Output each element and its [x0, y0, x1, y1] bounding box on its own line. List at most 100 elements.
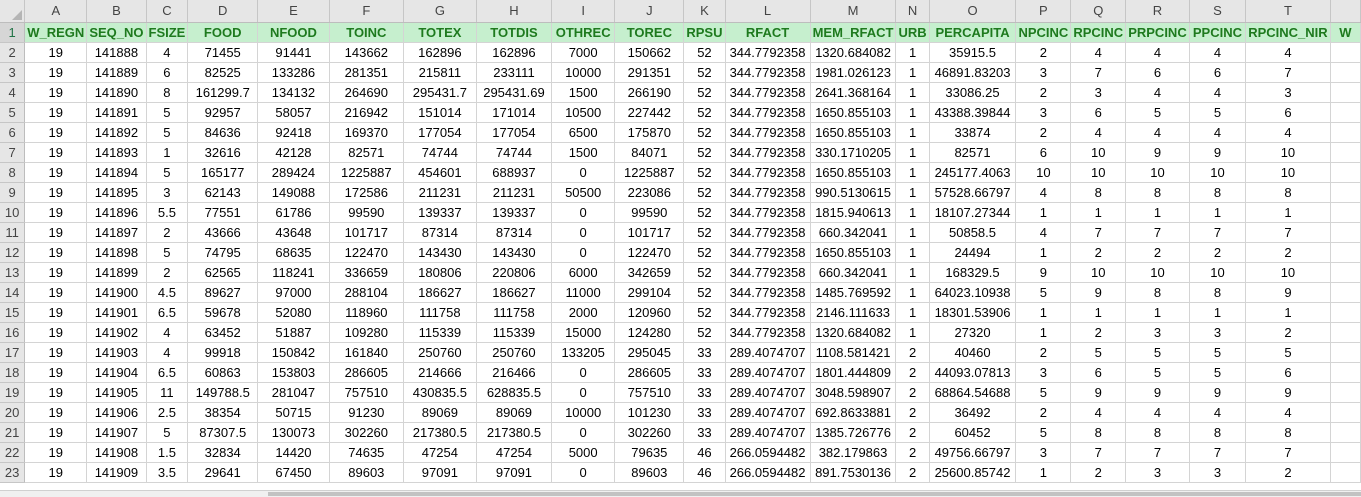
data-cell[interactable]: 5: [1070, 342, 1127, 363]
data-cell[interactable]: 2: [895, 462, 930, 483]
data-cell[interactable]: 74744: [476, 142, 553, 163]
data-cell[interactable]: 18301.53906: [929, 302, 1017, 323]
data-cell[interactable]: 4: [1189, 42, 1247, 63]
data-cell[interactable]: 286605: [614, 362, 685, 383]
data-cell[interactable]: 50858.5: [929, 222, 1017, 243]
data-cell[interactable]: 4: [1125, 122, 1190, 143]
data-cell[interactable]: 19: [24, 122, 88, 143]
data-cell[interactable]: 692.8633881: [810, 402, 897, 423]
data-cell[interactable]: 7000: [551, 42, 616, 63]
data-cell[interactable]: 24494: [929, 242, 1017, 263]
data-cell[interactable]: 3.5: [146, 462, 189, 483]
data-cell[interactable]: 101230: [614, 402, 685, 423]
header-cell[interactable]: PRPCINC: [1125, 22, 1190, 43]
header-cell[interactable]: RPCINC_NIR: [1245, 22, 1331, 43]
data-cell[interactable]: 52: [683, 142, 726, 163]
data-cell[interactable]: 5: [1015, 422, 1072, 443]
data-cell[interactable]: 7: [1125, 442, 1190, 463]
data-cell[interactable]: 4: [146, 342, 189, 363]
data-cell[interactable]: 266190: [614, 82, 685, 103]
data-cell[interactable]: 660.342041: [810, 222, 897, 243]
data-cell[interactable]: 1: [1070, 202, 1127, 223]
data-cell[interactable]: 6.5: [146, 302, 189, 323]
data-cell[interactable]: 0: [551, 422, 616, 443]
data-cell[interactable]: 299104: [614, 282, 685, 303]
data-cell[interactable]: 40460: [929, 342, 1017, 363]
data-cell[interactable]: 52: [683, 102, 726, 123]
data-cell[interactable]: 141902: [86, 322, 147, 343]
data-cell[interactable]: 4.5: [146, 282, 189, 303]
data-cell[interactable]: 1108.581421: [810, 342, 897, 363]
data-cell[interactable]: 2: [895, 342, 930, 363]
data-cell[interactable]: 344.7792358: [725, 222, 811, 243]
data-cell[interactable]: 2: [1070, 242, 1127, 263]
header-cell[interactable]: RPSU: [683, 22, 726, 43]
data-cell[interactable]: 8: [1125, 422, 1190, 443]
data-cell-partial[interactable]: [1330, 62, 1361, 83]
data-cell[interactable]: 1320.684082: [810, 322, 897, 343]
data-cell[interactable]: 4: [146, 42, 189, 63]
data-cell-partial[interactable]: [1330, 162, 1361, 183]
data-cell[interactable]: 139337: [476, 202, 553, 223]
data-cell[interactable]: 3: [1015, 102, 1072, 123]
data-cell[interactable]: 1: [1245, 302, 1331, 323]
data-cell[interactable]: 52: [683, 82, 726, 103]
data-cell[interactable]: 2: [1015, 42, 1072, 63]
data-cell[interactable]: 3: [1189, 462, 1247, 483]
data-cell[interactable]: 295431.7: [403, 82, 477, 103]
column-header[interactable]: E: [257, 0, 330, 23]
data-cell[interactable]: 84636: [187, 122, 259, 143]
data-cell[interactable]: 97091: [476, 462, 553, 483]
data-cell[interactable]: 97000: [257, 282, 330, 303]
data-cell[interactable]: 38354: [187, 402, 259, 423]
data-cell[interactable]: 153803: [257, 362, 330, 383]
data-cell[interactable]: 168329.5: [929, 262, 1017, 283]
data-cell[interactable]: 10000: [551, 62, 616, 83]
data-cell[interactable]: 4: [1015, 222, 1072, 243]
data-cell[interactable]: 143430: [403, 242, 477, 263]
column-header[interactable]: O: [929, 0, 1017, 23]
data-cell-partial[interactable]: [1330, 202, 1361, 223]
data-cell[interactable]: 19: [24, 142, 88, 163]
data-cell[interactable]: 89603: [329, 462, 404, 483]
data-cell[interactable]: 59678: [187, 302, 259, 323]
column-header[interactable]: K: [683, 0, 726, 23]
data-cell[interactable]: 5.5: [146, 202, 189, 223]
data-cell[interactable]: 4: [1189, 82, 1247, 103]
data-cell[interactable]: 1: [895, 282, 930, 303]
data-cell[interactable]: 0: [551, 242, 616, 263]
data-cell[interactable]: 162896: [403, 42, 477, 63]
row-header[interactable]: 22: [0, 442, 26, 463]
data-cell[interactable]: 9: [1070, 382, 1127, 403]
data-cell[interactable]: 2641.368164: [810, 82, 897, 103]
data-cell[interactable]: 2: [895, 422, 930, 443]
data-cell[interactable]: 5000: [551, 442, 616, 463]
data-cell[interactable]: 344.7792358: [725, 162, 811, 183]
data-cell[interactable]: 52080: [257, 302, 330, 323]
data-cell[interactable]: 1: [1245, 202, 1331, 223]
data-cell[interactable]: 289.4074707: [725, 422, 811, 443]
data-cell[interactable]: 180806: [403, 262, 477, 283]
data-cell[interactable]: 0: [551, 382, 616, 403]
data-cell[interactable]: 9: [1070, 282, 1127, 303]
data-cell-partial[interactable]: [1330, 122, 1361, 143]
data-cell[interactable]: 2000: [551, 302, 616, 323]
data-cell[interactable]: 33: [683, 382, 726, 403]
data-cell[interactable]: 9: [1245, 282, 1331, 303]
data-cell[interactable]: 133205: [551, 342, 616, 363]
data-cell[interactable]: 5: [146, 122, 189, 143]
data-cell[interactable]: 4: [1189, 402, 1247, 423]
row-header[interactable]: 11: [0, 222, 26, 243]
data-cell[interactable]: 2: [895, 362, 930, 383]
data-cell[interactable]: 87314: [476, 222, 553, 243]
data-cell[interactable]: 141900: [86, 282, 147, 303]
header-cell[interactable]: TOREC: [614, 22, 685, 43]
row-header[interactable]: 18: [0, 362, 26, 383]
row-header[interactable]: 7: [0, 142, 26, 163]
data-cell[interactable]: 19: [24, 62, 88, 83]
data-cell[interactable]: 5: [1189, 102, 1247, 123]
data-cell[interactable]: 99590: [329, 202, 404, 223]
data-cell[interactable]: 688937: [476, 162, 553, 183]
data-cell[interactable]: 344.7792358: [725, 122, 811, 143]
data-cell[interactable]: 2: [1070, 462, 1127, 483]
